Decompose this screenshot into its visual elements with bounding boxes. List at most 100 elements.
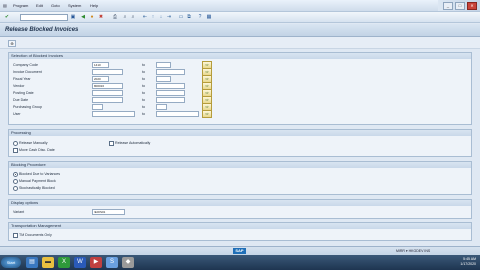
save-icon[interactable]: ▣ xyxy=(70,14,76,20)
row-purchasing-group: Purchasing Group to ⇨ xyxy=(13,103,465,111)
move-cash-disc-checkbox[interactable] xyxy=(13,148,18,153)
execute-button[interactable]: ⊕ xyxy=(8,40,16,47)
invoice-document-to-label: to xyxy=(142,70,145,74)
app-icon[interactable]: ◆ xyxy=(122,257,134,268)
menu-help[interactable]: Help xyxy=(90,3,98,8)
close-button[interactable]: ✕ xyxy=(467,2,477,10)
tm-documents-only-checkbox[interactable] xyxy=(13,233,18,238)
row-posting-date: Posting Date to ⇨ xyxy=(13,89,465,97)
back-icon[interactable]: ◀ xyxy=(80,14,86,20)
invoice-document-to-input[interactable] xyxy=(156,69,185,75)
last-page-icon[interactable]: ⇥ xyxy=(166,14,172,20)
taskbar: Start ▤ ▬ X W ▶ S ◆ 5:45 AM 1/17/2020 xyxy=(0,255,480,270)
clock-date: 1/17/2020 xyxy=(460,262,476,266)
cancel-icon[interactable]: ✖ xyxy=(98,14,104,20)
move-cash-disc-label: Move Cash Disc. Date xyxy=(19,148,55,152)
fiscal-year-label: Fiscal Year xyxy=(13,77,31,81)
application-toolbar: ⊕ xyxy=(0,37,480,49)
excel-icon[interactable]: X xyxy=(58,257,70,268)
media-icon[interactable]: ▶ xyxy=(90,257,102,268)
user-to-label: to xyxy=(142,112,145,116)
fiscal-year-to-label: to xyxy=(142,77,145,81)
row-fiscal-year: Fiscal Year 2020 to ⇨ xyxy=(13,75,465,83)
stochastically-blocked-label: Stochastically Blocked xyxy=(19,186,55,190)
enter-icon[interactable]: ✔ xyxy=(4,14,10,20)
row-user: User to ⇨ xyxy=(13,110,465,118)
display-options-section: Display options Variant /EOIS01 xyxy=(8,199,472,219)
release-automatically-checkbox[interactable] xyxy=(109,141,114,146)
command-field[interactable] xyxy=(20,14,68,21)
posting-date-to-input[interactable] xyxy=(156,90,185,96)
purchasing-group-to-input[interactable] xyxy=(156,104,167,110)
company-code-to-input[interactable] xyxy=(156,62,171,68)
menu-edit[interactable]: Edit xyxy=(36,3,43,8)
purchasing-group-to-label: to xyxy=(142,105,145,109)
row-invoice-document: Invoice Document to ⇨ xyxy=(13,68,465,76)
vendor-from-input[interactable]: 800016 xyxy=(92,83,123,89)
release-manually-radio[interactable] xyxy=(13,141,18,146)
manual-payment-block-label: Manual Payment Block xyxy=(19,179,56,183)
file-explorer-icon[interactable]: ▤ xyxy=(26,257,38,268)
standard-toolbar: ✔ ▣ ◀ ● ✖ ⎙ ⌕ ⌕ ⇤ ↑ ↓ ⇥ ▭ ⧉ ? ▦ xyxy=(0,12,480,23)
company-code-to-label: to xyxy=(142,63,145,67)
print-icon[interactable]: ⎙ xyxy=(112,14,118,20)
word-icon[interactable]: W xyxy=(74,257,86,268)
user-label: User xyxy=(13,112,21,116)
transport-header: Transportation Management xyxy=(9,223,471,229)
vendor-to-input[interactable] xyxy=(156,83,185,89)
next-page-icon[interactable]: ↓ xyxy=(158,14,164,20)
start-button[interactable]: Start xyxy=(1,257,21,268)
tm-row: TM Documents Only xyxy=(13,232,465,238)
sap-logon-icon[interactable]: S xyxy=(106,257,118,268)
transport-section: Transportation Management TM Documents O… xyxy=(8,222,472,241)
exit-icon[interactable]: ● xyxy=(89,14,95,20)
row-due-date: Due Date to ⇨ xyxy=(13,96,465,104)
sap-menu-icon[interactable]: ▤ xyxy=(3,3,7,8)
prev-page-icon[interactable]: ↑ xyxy=(150,14,156,20)
find-next-icon[interactable]: ⌕ xyxy=(130,14,136,20)
variant-input[interactable]: /EOIS01 xyxy=(92,209,125,215)
find-icon[interactable]: ⌕ xyxy=(122,14,128,20)
blocked-variances-radio[interactable] xyxy=(13,172,18,177)
new-session-icon[interactable]: ▭ xyxy=(178,14,184,20)
blocked-variances-label: Blocked Due to Variances xyxy=(19,172,61,176)
invoice-document-from-input[interactable] xyxy=(92,69,123,75)
sap-corner: _ □ ✕ xyxy=(438,0,480,11)
title-bar: Release Blocked Invoices xyxy=(0,24,480,37)
layout-icon[interactable]: ▦ xyxy=(206,14,212,20)
fiscal-year-from-input[interactable]: 2020 xyxy=(92,76,109,82)
purchasing-group-label: Purchasing Group xyxy=(13,105,42,109)
row-company-code: Company Code 1410 to ⇨ xyxy=(13,61,465,69)
folder-icon[interactable]: ▬ xyxy=(42,257,54,268)
blocking-option-row-2: Stochastically Blocked xyxy=(13,185,465,191)
due-date-to-input[interactable] xyxy=(156,97,185,103)
due-date-from-input[interactable] xyxy=(92,97,123,103)
display-options-header: Display options xyxy=(9,200,471,206)
user-from-input[interactable] xyxy=(92,111,135,117)
menu-system[interactable]: System xyxy=(68,3,81,8)
vendor-label: Vendor xyxy=(13,84,25,88)
posting-date-to-label: to xyxy=(142,91,145,95)
minimize-button[interactable]: _ xyxy=(443,2,453,10)
purchasing-group-from-input[interactable] xyxy=(92,104,103,110)
first-page-icon[interactable]: ⇤ xyxy=(142,14,148,20)
stochastically-blocked-radio[interactable] xyxy=(13,186,18,191)
menu-goto[interactable]: Goto xyxy=(51,3,60,8)
menu-program[interactable]: Program xyxy=(13,3,28,8)
user-to-input[interactable] xyxy=(156,111,199,117)
posting-date-from-input[interactable] xyxy=(92,90,123,96)
processing-row-2: Move Cash Disc. Date xyxy=(13,147,465,153)
vendor-to-label: to xyxy=(142,84,145,88)
help-icon[interactable]: ? xyxy=(197,14,203,20)
manual-payment-block-radio[interactable] xyxy=(13,179,18,184)
system-info[interactable]: MIRR ▾ HKGDEV INS xyxy=(396,249,430,253)
blocking-section: Blocking Procedure Blocked Due to Varian… xyxy=(8,161,472,195)
fiscal-year-to-input[interactable] xyxy=(156,76,171,82)
variant-row: Variant /EOIS01 xyxy=(13,209,465,215)
shortcut-icon[interactable]: ⧉ xyxy=(186,14,192,20)
blocking-option-row-1: Manual Payment Block xyxy=(13,178,465,184)
restore-button[interactable]: □ xyxy=(455,2,465,10)
user-multiple-selection-button[interactable]: ⇨ xyxy=(202,110,212,118)
posting-date-label: Posting Date xyxy=(13,91,34,95)
company-code-from-input[interactable]: 1410 xyxy=(92,62,109,68)
